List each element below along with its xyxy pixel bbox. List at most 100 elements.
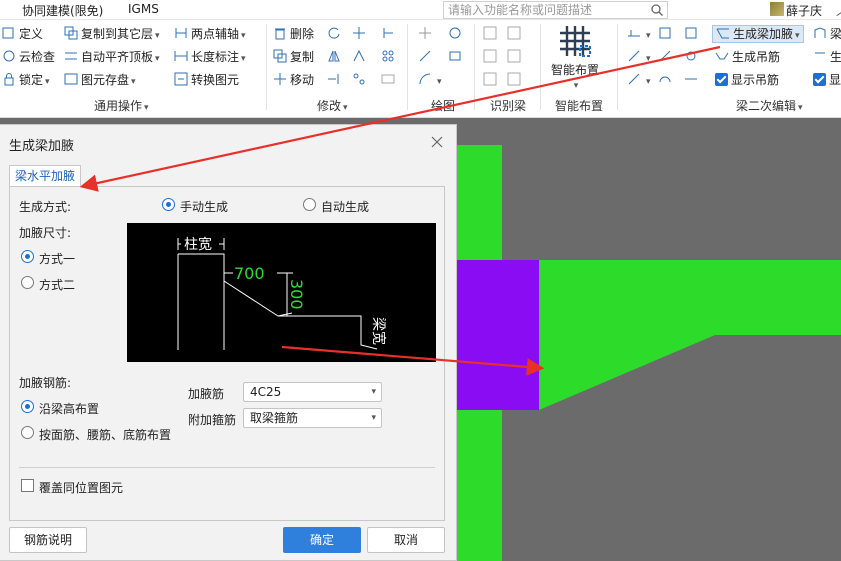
circle-icon [449,27,461,39]
group-common-label: 通用操作 ▾ [94,99,149,113]
copy-button[interactable]: 复制 [273,49,314,65]
identify-beam-icon [507,72,521,86]
smart-layout-button[interactable]: 智能布置 ▾ [548,24,602,94]
break-button[interactable] [352,72,369,88]
beam-edit-tool-5[interactable] [658,49,675,65]
group-divider [407,24,408,110]
mirror-icon [328,50,340,62]
convert-element-button[interactable]: 转换图元 [174,72,239,88]
circle-button[interactable] [448,26,465,42]
chevron-up-icon[interactable]: ︿ [836,2,841,19]
radio-auto[interactable] [303,198,316,211]
trim-icon [353,27,365,39]
beam-haunch-green [539,260,841,410]
two-point-axis-button[interactable]: 两点辅轴 ▾ [174,26,246,44]
element-storage-button[interactable]: 图元存盘 ▾ [64,72,136,90]
radio-by-face[interactable] [21,426,34,439]
lock-button[interactable]: 锁定 ▾ [2,72,50,90]
manual-label[interactable]: 手动生成 [180,198,228,215]
rect-button[interactable] [448,49,465,65]
cover-same-label[interactable]: 覆盖同位置图元 [39,479,123,496]
cloud-check-button[interactable]: 云检查 [2,49,55,65]
close-icon[interactable] [428,133,446,151]
generate-hanger-button[interactable]: 生成吊筋 [715,49,780,65]
identify-tool-3[interactable] [483,72,500,88]
auto-label[interactable]: 自动生成 [321,198,369,215]
rebar-desc-button[interactable]: 钢筋说明 [9,527,87,553]
extra-stirrup-select[interactable]: 取梁箍筋 ▾ [243,408,382,428]
arc-button[interactable]: ▾ [418,72,442,90]
move-icon [274,73,286,85]
beam-edit-tool-3[interactable]: ▾ [627,72,651,90]
align-button[interactable] [381,26,398,42]
identify-tool-2[interactable] [483,49,500,65]
copy-layer-icon [64,26,78,40]
beam-edit-tool-4[interactable] [658,26,675,42]
chevron-down-icon[interactable]: ▾ [550,78,602,94]
chevron-down-icon[interactable]: ▾ [45,77,50,87]
identify-tool-6[interactable] [507,72,524,88]
beam-edit-tool-6[interactable] [658,72,675,88]
radio-way1[interactable] [21,250,34,263]
ok-button[interactable]: 确定 [283,527,361,553]
function-search-input[interactable]: 请输入功能名称或问题描述 [443,1,668,19]
radio-manual[interactable] [162,198,175,211]
beam-edit-tool-8[interactable] [684,49,701,65]
convert-icon [174,72,188,86]
delete-button[interactable]: 删除 [273,26,314,42]
array-button[interactable] [381,49,398,65]
mirror-button[interactable] [327,49,344,65]
tab-collab-modeling[interactable]: 协同建模(限免) [22,2,103,19]
rotate-button[interactable] [327,26,344,42]
group-identify-label: 识别梁 [490,99,527,113]
chevron-down-icon[interactable]: ▾ [795,31,800,41]
checkbox-checked-icon [715,73,728,86]
show-hanger-checkbox[interactable]: 显示吊筋 [715,72,779,88]
auto-flat-slab-button[interactable]: 自动平齐顶板 ▾ [64,49,160,67]
identify-tool-5[interactable] [507,49,524,65]
beam-edit-tool-7[interactable] [684,26,701,42]
beam-tool-right-2[interactable]: 生 [813,49,841,65]
merge-button[interactable] [381,72,398,88]
haunch-bar-select[interactable]: 4C25 ▾ [243,382,382,402]
along-height-label[interactable]: 沿梁高布置 [39,400,99,417]
radio-along-height[interactable] [21,400,34,413]
rotate-icon [328,27,340,39]
chevron-down-icon[interactable]: ▾ [241,54,246,64]
trim-button[interactable] [352,26,369,42]
search-icon[interactable] [650,3,664,17]
group-divider [474,24,475,110]
chevron-down-icon[interactable]: ▾ [155,31,160,41]
length-mark-button[interactable]: 长度标注 ▾ [174,49,246,67]
top-tab-bar: 协同建模(限免) IGMS 请输入功能名称或问题描述 薛子庆 ︿ [0,0,841,20]
cancel-button[interactable]: 取消 [367,527,445,553]
cover-same-checkbox[interactable] [21,479,34,492]
way1-label[interactable]: 方式一 [39,250,75,267]
move-button[interactable]: 移动 [273,72,314,88]
extend-button[interactable] [327,72,344,88]
line-button[interactable] [418,49,435,65]
by-face-label[interactable]: 按面筋、腰筋、底筋布置 [39,426,171,443]
beam-edit-tool-9[interactable] [684,72,701,88]
radio-way2[interactable] [21,276,34,289]
chevron-down-icon[interactable]: ▾ [155,54,160,64]
tab-igms[interactable]: IGMS [128,2,159,16]
identify-tool-4[interactable] [507,26,524,42]
way2-label[interactable]: 方式二 [39,276,75,293]
gen-method-label: 生成方式: [19,200,72,214]
chevron-down-icon[interactable]: ▾ [241,31,246,41]
tab-beam-horizontal-haunch[interactable]: 梁水平加腋 [9,165,81,187]
lock-icon [4,73,14,86]
point-button[interactable] [418,26,435,42]
define-button[interactable]: 定义 [2,26,43,42]
copy-to-other-layer-button[interactable]: 复制到其它层 ▾ [64,26,160,44]
chevron-down-icon[interactable]: ▾ [131,77,136,87]
beam-tool-right-1[interactable]: 梁 [813,26,841,42]
arc-icon [419,73,431,85]
identify-tool-1[interactable] [483,26,500,42]
beam-tool-right-3[interactable]: 显 [813,72,841,88]
offset-button[interactable] [352,49,369,65]
beam-edit-tool-1[interactable]: ▾ [627,26,651,44]
beam-edit-tool-2[interactable]: ▾ [627,49,651,67]
generate-beam-haunch-button[interactable]: 生成梁加腋 ▾ [712,25,804,43]
